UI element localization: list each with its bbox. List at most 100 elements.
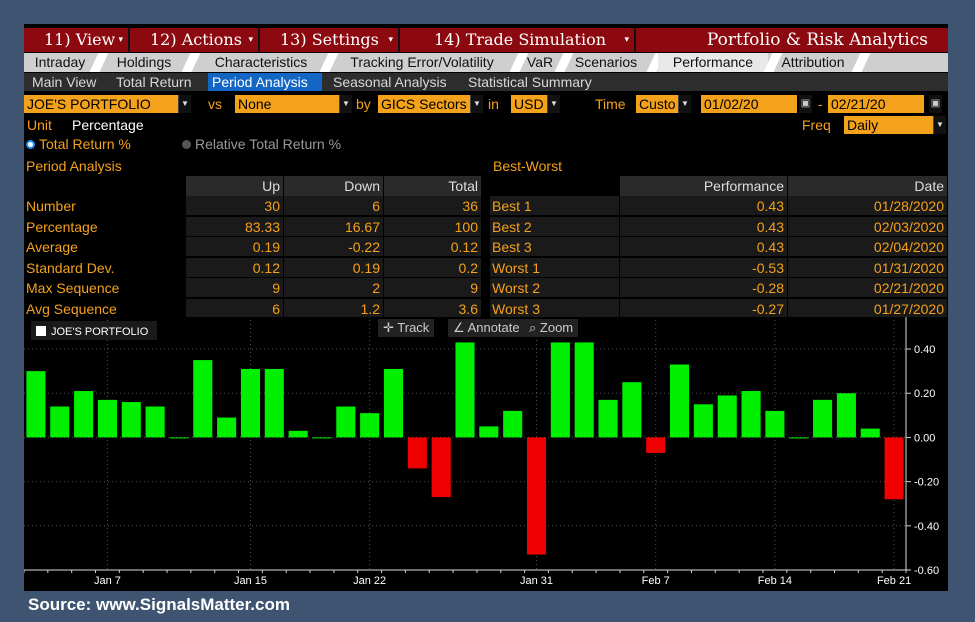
radio-relative-return[interactable]: Relative Total Return % — [182, 135, 341, 153]
x-tick-label: Jan 31 — [520, 575, 553, 587]
data-bar — [312, 437, 332, 439]
table-cell: -0.27 — [620, 298, 788, 319]
row-label: Best 2 — [490, 216, 620, 237]
y-tick-label: -0.20 — [914, 477, 939, 489]
tab-tracking-error[interactable]: Tracking Error/Volatility — [326, 53, 518, 72]
tab-characteristics[interactable]: Characteristics — [196, 53, 326, 72]
data-bar — [383, 368, 404, 438]
radio-total-return[interactable]: Total Return % — [26, 135, 131, 153]
data-bar — [526, 437, 547, 555]
y-tick-label: -0.60 — [914, 565, 939, 577]
data-bar — [336, 406, 356, 438]
x-tick-label: Jan 7 — [94, 575, 121, 587]
grouping-select[interactable]: GICS Sectors — [378, 95, 470, 113]
subtab-period-analysis[interactable]: Period Analysis — [208, 73, 322, 91]
row-label: Standard Dev. — [26, 259, 115, 276]
zoom-tool[interactable]: ⌕ Zoom — [524, 319, 579, 337]
data-bar — [860, 428, 880, 438]
data-bar — [574, 342, 594, 438]
chevron-down-icon[interactable]: ▼ — [547, 95, 560, 113]
subtab-seasonal-analysis[interactable]: Seasonal Analysis — [329, 73, 451, 91]
tab-intraday[interactable]: Intraday — [24, 53, 96, 72]
data-bar — [836, 393, 856, 438]
time-mode-select[interactable]: Custo — [636, 95, 678, 113]
subtab-total-return[interactable]: Total Return — [112, 73, 195, 91]
row-label: Worst 2 — [490, 278, 620, 298]
tab-attribution[interactable]: Attribution — [772, 53, 854, 72]
row-label: Percentage — [26, 218, 98, 235]
row-label: Avg Sequence — [26, 300, 117, 317]
menu-view[interactable]: 11) View ▾ — [24, 28, 128, 52]
data-bar — [97, 399, 117, 438]
tab-performance[interactable]: Performance — [658, 53, 768, 72]
chevron-down-icon[interactable]: ▼ — [178, 95, 191, 113]
legend-swatch — [36, 326, 46, 336]
unit-label: Unit — [27, 117, 52, 133]
track-tool[interactable]: ✛ Track — [378, 319, 435, 337]
calendar-icon[interactable]: ▣ — [799, 95, 812, 113]
table-cell: 16.67 — [284, 216, 384, 237]
chevron-down-icon[interactable]: ▼ — [678, 95, 691, 113]
portfolio-select[interactable]: JOE'S PORTFOLIO — [24, 95, 178, 113]
magnifier-icon: ⌕ — [529, 320, 540, 335]
tab-scenarios[interactable]: Scenarios — [564, 53, 648, 72]
x-tick-label: Feb 14 — [758, 575, 792, 587]
row-label: Best 1 — [490, 196, 620, 216]
data-bar — [741, 391, 761, 438]
data-bar — [288, 430, 308, 438]
annotate-tool[interactable]: ∠ Annotate — [448, 319, 525, 337]
freq-select[interactable]: Daily — [844, 116, 933, 134]
table-cell: 0.43 — [620, 196, 788, 216]
tab-holdings[interactable]: Holdings — [104, 53, 184, 72]
table-cell: 02/03/2020 — [788, 216, 948, 237]
bar-chart: 0.40 0.20 0.00 -0.20 -0.40 -0.60 Jan 7 Jan 15 Ja… — [24, 317, 948, 591]
data-bar — [169, 437, 189, 439]
benchmark-select[interactable]: None — [235, 95, 339, 113]
table-cell: 01/27/2020 — [788, 298, 948, 319]
main-tabs: Intraday Holdings Characteristics Tracki… — [24, 53, 948, 72]
chevron-down-icon[interactable]: ▼ — [933, 116, 946, 134]
radio-total-return-label: Total Return % — [39, 136, 131, 152]
table-cell: -0.28 — [620, 278, 788, 298]
table-cell: -0.22 — [284, 237, 384, 257]
data-bar — [264, 368, 284, 438]
y-tick-label: -0.40 — [914, 521, 939, 533]
data-bar — [884, 437, 904, 500]
y-tick-label: 0.40 — [914, 344, 935, 356]
row-label: Max Sequence — [26, 280, 120, 296]
subtab-main-view[interactable]: Main View — [28, 73, 100, 91]
period-analysis-table: Up Down Total Number 30 6 36 Percentage 83.33… — [24, 176, 482, 319]
table-cell: 9 — [384, 278, 482, 298]
app-title: Portfolio & Risk Analytics — [636, 28, 948, 52]
menu-settings[interactable]: 13) Settings ▾ — [260, 28, 398, 52]
x-tick-label: Jan 22 — [353, 575, 386, 587]
data-bar — [193, 360, 213, 438]
terminal-window: 11) View ▾ 12) Actions ▾ 13) Settings ▾ 14)… — [24, 24, 948, 591]
currency-select[interactable]: USD — [511, 95, 547, 113]
date-from-field[interactable]: 01/02/20 — [701, 95, 797, 113]
menu-trade-simulation[interactable]: 14) Trade Simulation ▾ — [400, 28, 634, 52]
calendar-icon[interactable]: ▣ — [929, 95, 942, 113]
data-bar — [789, 437, 809, 439]
data-bar — [622, 382, 642, 438]
table-cell: 01/28/2020 — [788, 196, 948, 216]
date-to-field[interactable]: 02/21/20 — [828, 95, 924, 113]
row-label: Number — [26, 198, 76, 214]
table-cell: 36 — [384, 196, 482, 216]
data-bar — [479, 426, 499, 438]
menu-actions[interactable]: 12) Actions ▾ — [130, 28, 258, 52]
legend-label: JOE'S PORTFOLIO — [51, 326, 149, 338]
radio-unselected-icon — [182, 140, 191, 149]
subtab-statistical-summary[interactable]: Statistical Summary — [464, 73, 596, 91]
y-tick-label: 0.20 — [914, 388, 935, 400]
annotate-label: Annotate — [467, 320, 520, 335]
chevron-down-icon[interactable]: ▼ — [339, 95, 352, 113]
table-cell: 02/04/2020 — [788, 237, 948, 257]
chevron-down-icon: ▾ — [118, 35, 123, 45]
zoom-label: Zoom — [539, 320, 574, 335]
chevron-down-icon[interactable]: ▼ — [470, 95, 483, 113]
sub-tabs: Main View Total Return Period Analysis S… — [24, 73, 948, 91]
period-analysis-title: Period Analysis — [26, 158, 122, 174]
unit-value[interactable]: Percentage — [72, 116, 144, 134]
time-label: Time — [595, 96, 626, 112]
